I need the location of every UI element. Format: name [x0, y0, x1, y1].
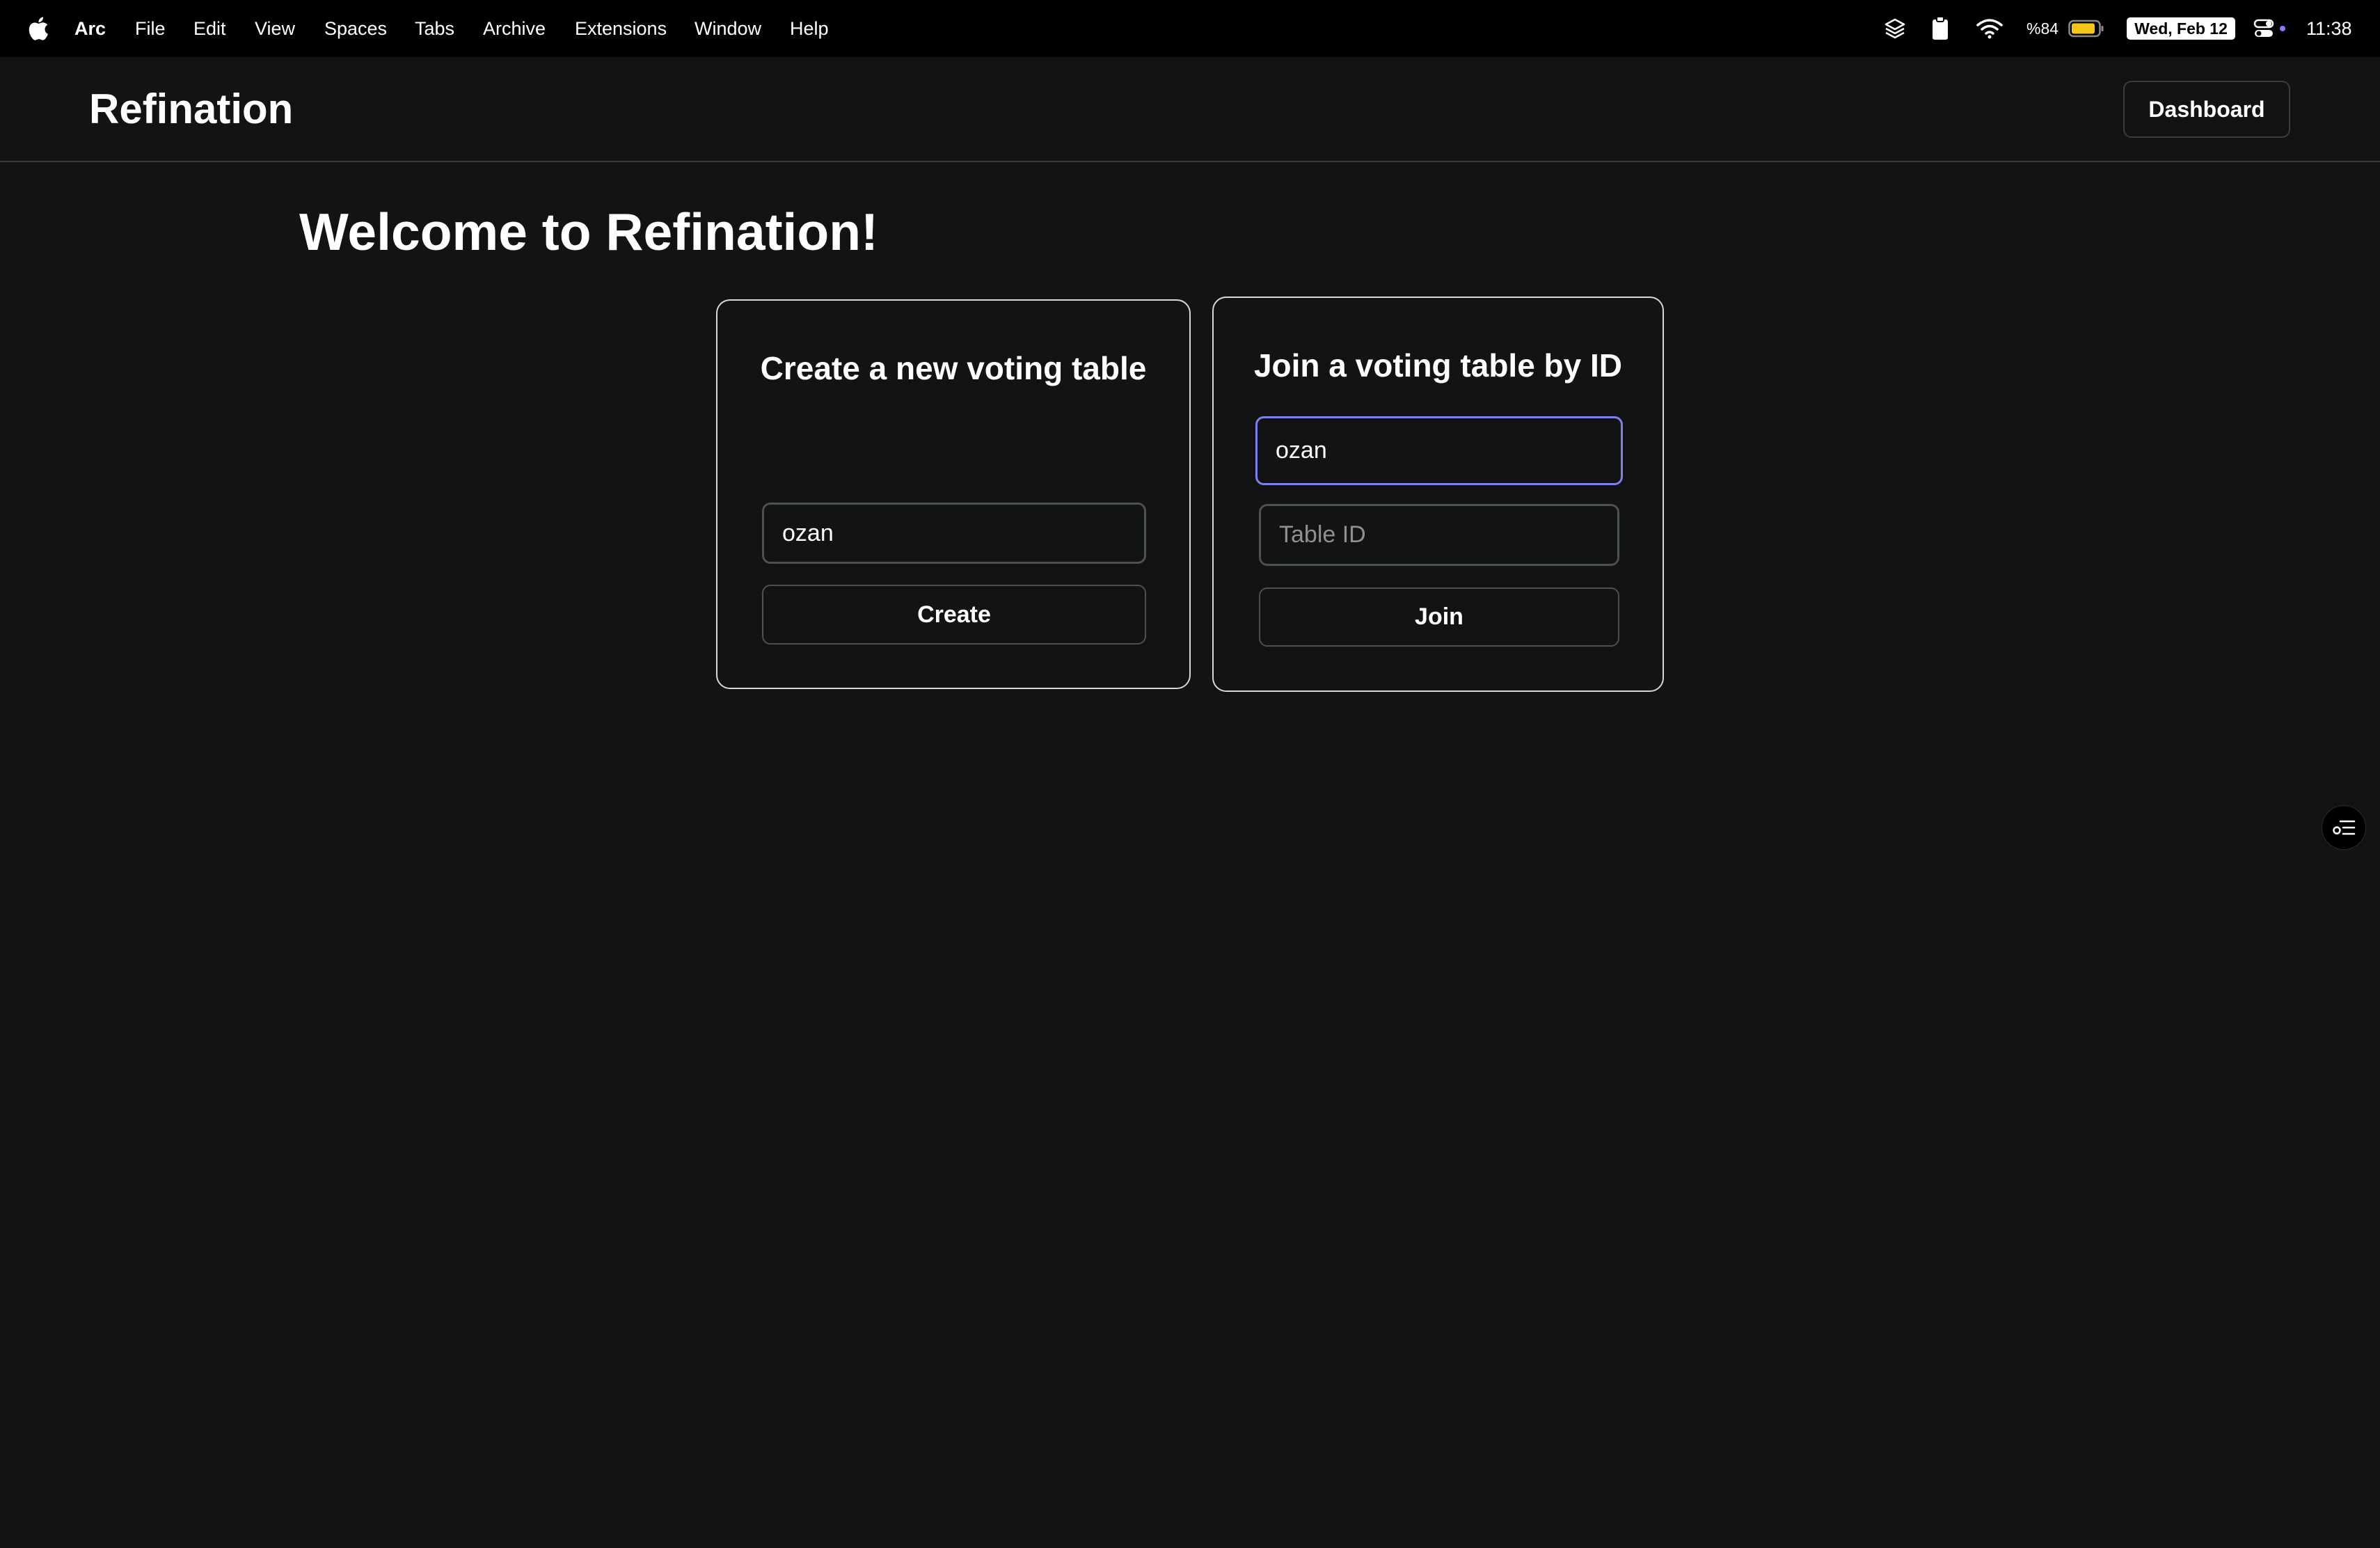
- battery-icon[interactable]: [2068, 19, 2104, 38]
- menu-tabs[interactable]: Tabs: [415, 0, 454, 57]
- menu-file[interactable]: File: [135, 0, 166, 57]
- create-card-title: Create a new voting table: [760, 350, 1147, 386]
- app-header: Refination Dashboard: [0, 57, 2380, 162]
- menu-extensions[interactable]: Extensions: [575, 0, 667, 57]
- join-button[interactable]: Join: [1259, 587, 1619, 647]
- table-id-input[interactable]: [1259, 504, 1619, 566]
- brand-title[interactable]: Refination: [89, 85, 293, 133]
- layers-icon[interactable]: [1883, 17, 1907, 40]
- clipboard-icon[interactable]: [1930, 16, 1950, 41]
- menu-help[interactable]: Help: [790, 0, 829, 57]
- join-table-card: Join a voting table by ID Join: [1212, 297, 1664, 692]
- floating-extension-button[interactable]: [2322, 805, 2366, 850]
- menu-view[interactable]: View: [255, 0, 295, 57]
- dashboard-button[interactable]: Dashboard: [2123, 81, 2290, 138]
- battery-percent: %84: [2026, 19, 2059, 38]
- control-center-icon[interactable]: [2253, 18, 2287, 39]
- menubar-date[interactable]: Wed, Feb 12: [2127, 17, 2235, 40]
- menu-app-name[interactable]: Arc: [74, 0, 106, 57]
- menubar-time[interactable]: 11:38: [2306, 0, 2352, 57]
- list-settings-icon: [2333, 820, 2356, 835]
- wifi-icon[interactable]: [1976, 18, 2003, 39]
- menu-archive[interactable]: Archive: [483, 0, 546, 57]
- menu-spaces[interactable]: Spaces: [324, 0, 387, 57]
- create-name-input[interactable]: [762, 503, 1146, 564]
- join-name-input[interactable]: [1255, 416, 1623, 485]
- page-title: Welcome to Refination!: [299, 203, 878, 261]
- create-table-card: Create a new voting table Create: [716, 299, 1191, 689]
- menu-bar: Arc File Edit View Spaces Tabs Archive E…: [0, 0, 2380, 57]
- menu-window[interactable]: Window: [695, 0, 761, 57]
- create-button[interactable]: Create: [762, 585, 1146, 645]
- join-card-title: Join a voting table by ID: [1253, 347, 1623, 384]
- apple-icon[interactable]: [26, 15, 49, 42]
- menu-edit[interactable]: Edit: [193, 0, 226, 57]
